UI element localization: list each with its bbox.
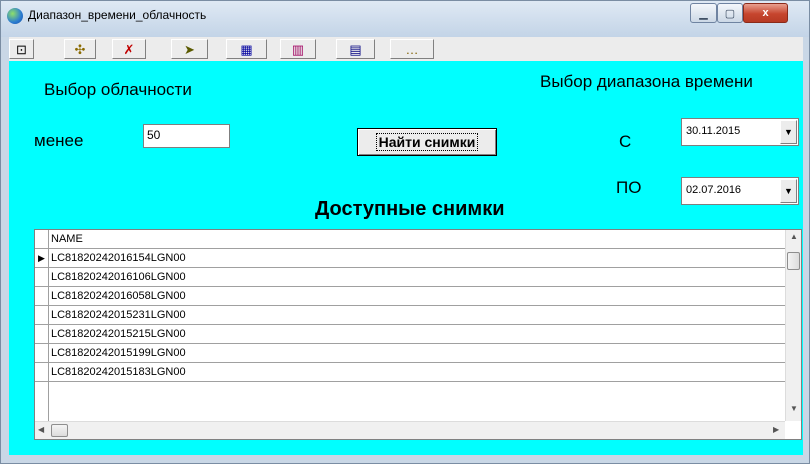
from-date-picker[interactable]: 30.11.2015 ▼	[681, 118, 799, 146]
images-grid[interactable]: NAME ▶ LC81820242016154LGN00 LC8182024201…	[34, 229, 802, 440]
from-date-value: 30.11.2015	[686, 125, 741, 137]
column-header-name[interactable]: NAME	[51, 233, 83, 245]
table-cell[interactable]: LC81820242015231LGN00	[51, 309, 186, 321]
row-indicator[interactable]	[35, 363, 49, 381]
row-indicator[interactable]	[35, 287, 49, 305]
time-range-title: Выбор диапазона времени	[540, 72, 753, 91]
form-client-area: Выбор облачности Выбор диапазона времени…	[9, 61, 803, 455]
title-bar[interactable]: Диапазон_времени_облачность ▁ ▢ x	[1, 1, 809, 37]
close-button[interactable]: x	[743, 3, 788, 23]
scroll-up-icon[interactable]: ▲	[786, 232, 801, 241]
find-images-label: Найти снимки	[375, 133, 479, 151]
row-indicator[interactable]	[35, 325, 49, 343]
vertical-scroll-thumb[interactable]	[787, 252, 800, 270]
grid-header: NAME	[35, 230, 785, 249]
table-cell[interactable]: LC81820242015215LGN00	[51, 328, 186, 340]
to-date-value: 02.07.2016	[686, 184, 742, 196]
from-date-dropdown-button[interactable]: ▼	[780, 120, 797, 144]
row-indicator[interactable]	[35, 268, 49, 286]
cloud-selection-title: Выбор облачности	[44, 80, 192, 99]
table-row[interactable]: LC81820242016058LGN00	[35, 287, 785, 306]
to-date-picker[interactable]: 02.07.2016 ▼	[681, 177, 799, 205]
toolbar-button-7[interactable]: ▤	[336, 39, 375, 59]
close-icon: x	[762, 7, 769, 19]
flashlight-more-icon: …	[405, 41, 419, 57]
table-row[interactable]: LC81820242015215LGN00	[35, 325, 785, 344]
flashlight-forward-icon: ➤	[184, 41, 195, 57]
toolbar-button-4[interactable]: ➤	[171, 39, 208, 59]
maximize-button[interactable]: ▢	[717, 3, 743, 23]
table-cell[interactable]: LC81820242015199LGN00	[51, 347, 186, 359]
flashlight-delete-icon: ✗	[123, 41, 135, 57]
less-than-label: менее	[34, 131, 84, 150]
table-cell[interactable]: LC81820242016154LGN00	[51, 252, 186, 264]
table-edit-icon: ▥	[291, 41, 305, 57]
row-indicator[interactable]	[35, 306, 49, 324]
scroll-down-icon[interactable]: ▼	[786, 404, 801, 413]
table-row[interactable]: ▶ LC81820242016154LGN00	[35, 249, 785, 268]
toolbar-button-5[interactable]: ▦	[226, 39, 267, 59]
current-row-icon: ▶	[35, 249, 49, 267]
row-indicator[interactable]	[35, 344, 49, 362]
table-row[interactable]: LC81820242016106LGN00	[35, 268, 785, 287]
table-row[interactable]: LC81820242015199LGN00	[35, 344, 785, 363]
horizontal-scrollbar[interactable]: ◀ ▶	[35, 421, 785, 439]
table-cell[interactable]: LC81820242015183LGN00	[51, 366, 186, 378]
toolbar-button-8[interactable]: …	[390, 39, 434, 59]
minimize-button[interactable]: ▁	[690, 3, 717, 23]
chevron-down-icon: ▼	[784, 186, 793, 196]
scroll-left-icon[interactable]: ◀	[38, 425, 44, 434]
to-date-label: ПО	[616, 178, 642, 197]
table-cell[interactable]: LC81820242016106LGN00	[51, 271, 186, 283]
flashlight-table-icon: ▦	[240, 41, 253, 57]
flashlight-grid-icon: ▤	[349, 41, 362, 57]
puzzle-icon: ✣	[74, 41, 86, 57]
toolbar-button-6[interactable]: ▥	[280, 39, 316, 59]
cloudiness-input[interactable]: 50	[143, 124, 230, 148]
toolbar-button-2[interactable]: ✣	[64, 39, 96, 59]
toolbar-button-3[interactable]: ✗	[112, 39, 146, 59]
maximize-icon: ▢	[724, 7, 736, 20]
from-date-label: С	[619, 132, 632, 151]
toolbar-button-1[interactable]: ⊡	[9, 39, 34, 59]
vertical-scrollbar[interactable]: ▲ ▼	[785, 230, 801, 421]
to-date-dropdown-button[interactable]: ▼	[780, 179, 797, 203]
globe-icon	[7, 8, 23, 24]
toolbar: ⊡ ✣ ✗ ➤ ▦ ▥ ▤ …	[9, 37, 803, 62]
available-images-title: Доступные снимки	[315, 198, 505, 220]
table-row[interactable]: LC81820242015231LGN00	[35, 306, 785, 325]
minimize-icon: ▁	[699, 7, 708, 20]
table-cell[interactable]: LC81820242016058LGN00	[51, 290, 186, 302]
scroll-right-icon[interactable]: ▶	[773, 425, 779, 434]
app-window: Диапазон_времени_облачность ▁ ▢ x ⊡ ✣ ✗ …	[0, 0, 810, 464]
chevron-down-icon: ▼	[784, 127, 793, 137]
map-grid-icon: ⊡	[16, 41, 27, 57]
window-title: Диапазон_времени_облачность	[28, 8, 207, 22]
table-row[interactable]: LC81820242015183LGN00	[35, 363, 785, 382]
horizontal-scroll-thumb[interactable]	[51, 424, 68, 437]
find-images-button[interactable]: Найти снимки	[357, 128, 497, 156]
